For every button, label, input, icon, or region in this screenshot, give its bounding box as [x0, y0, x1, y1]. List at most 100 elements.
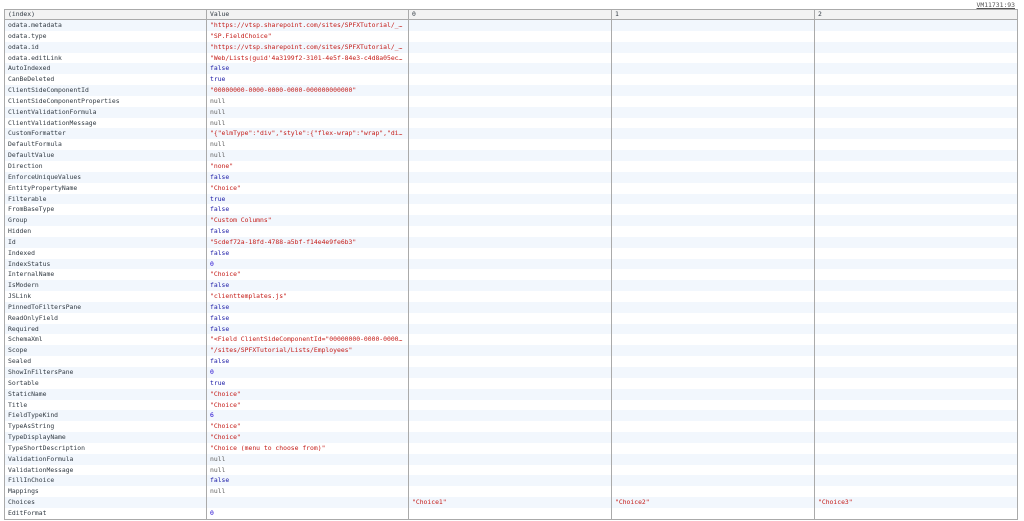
- row-index-cell: EditFormat: [4, 507, 207, 520]
- row-value-cell: "https://vtsp.sharepoint.com/sites/SPFXT…: [206, 19, 409, 31]
- row-col-2-cell: [814, 377, 1018, 389]
- row-index-cell: FromBaseType: [4, 204, 207, 216]
- row-col-2-cell: [814, 442, 1018, 454]
- row-index-cell: Indexed: [4, 247, 207, 259]
- row-value-cell: null: [206, 117, 409, 129]
- row-col-2-cell: [814, 367, 1018, 378]
- row-value-cell: false: [206, 171, 409, 183]
- row-index-cell: ShowInFiltersPane: [4, 367, 207, 378]
- row-col-0-cell: [408, 74, 612, 86]
- table-body: odata.metadata "https://vtsp.sharepoint.c…: [4, 19, 1018, 520]
- table-row: Mappings null: [4, 486, 1018, 498]
- row-col-2-cell: [814, 464, 1018, 476]
- row-index-cell: JSLink: [4, 291, 207, 302]
- row-col-0-cell: [408, 19, 612, 31]
- row-col-0-cell: [408, 193, 612, 205]
- row-col-1-cell: [611, 388, 815, 400]
- row-col-2-cell: [814, 486, 1018, 498]
- row-value-cell: "clienttemplates.js": [206, 291, 409, 302]
- table-row: FromBaseType false: [4, 204, 1018, 216]
- row-col-0-cell: [408, 453, 612, 465]
- row-col-1-cell: [611, 269, 815, 281]
- row-value-cell: null: [206, 150, 409, 161]
- row-col-1-cell: [611, 410, 815, 422]
- row-col-1-cell: [611, 160, 815, 172]
- row-value-cell: "{"elmType":"div","style":{"flex-wrap":"…: [206, 128, 409, 140]
- row-value-cell: null: [206, 95, 409, 107]
- row-index-cell: EnforceUniqueValues: [4, 171, 207, 183]
- row-index-cell: odata.type: [4, 30, 207, 42]
- row-col-1-cell: [611, 41, 815, 53]
- row-value-cell: "Choice (menu to choose from)": [206, 442, 409, 454]
- row-col-1-cell: [611, 63, 815, 75]
- row-col-1-cell: [611, 334, 815, 346]
- table-row: EditFormat 0: [4, 507, 1018, 520]
- row-value-cell: [206, 497, 409, 508]
- table-row: odata.editLink "Web/Lists(guid'4a3199f2-3…: [4, 52, 1018, 64]
- row-col-0-cell: [408, 345, 612, 357]
- row-index-cell: Sealed: [4, 356, 207, 367]
- row-index-cell: ClientSideComponentProperties: [4, 95, 207, 107]
- row-index-cell: Mappings: [4, 486, 207, 498]
- row-index-cell: Filterable: [4, 193, 207, 205]
- row-value-cell: "Choice": [206, 421, 409, 433]
- row-value-cell: 0: [206, 507, 409, 520]
- row-col-0-cell: [408, 280, 612, 292]
- table-row: Id "5cdef72a-18fd-4788-a5bf-f14e4e9fe6b3": [4, 236, 1018, 248]
- row-col-0-cell: [408, 236, 612, 248]
- row-value-cell: false: [206, 312, 409, 324]
- header-col-1[interactable]: 1: [611, 9, 815, 20]
- table-row: TypeDisplayName "Choice": [4, 432, 1018, 443]
- row-index-cell: TypeAsString: [4, 421, 207, 433]
- table-row: Group "Custom Columns": [4, 215, 1018, 227]
- header-col-0[interactable]: 0: [408, 9, 612, 20]
- row-index-cell: odata.metadata: [4, 19, 207, 31]
- row-col-1-cell: [611, 301, 815, 313]
- row-value-cell: false: [206, 280, 409, 292]
- row-col-1-cell: [611, 150, 815, 161]
- table-row: odata.type "SP.FieldChoice": [4, 30, 1018, 42]
- row-col-2-cell: [814, 388, 1018, 400]
- row-value-cell: null: [206, 139, 409, 151]
- row-col-2-cell: [814, 334, 1018, 346]
- row-value-cell: true: [206, 74, 409, 86]
- table-row: Filterable true: [4, 193, 1018, 205]
- table-row: ClientValidationFormula null: [4, 106, 1018, 118]
- header-col-2[interactable]: 2: [814, 9, 1018, 20]
- row-col-2-cell: [814, 269, 1018, 281]
- row-value-cell: false: [206, 204, 409, 216]
- row-col-1-cell: [611, 139, 815, 151]
- row-col-1-cell: [611, 323, 815, 335]
- row-col-1-cell: [611, 399, 815, 411]
- row-col-0-cell: [408, 334, 612, 346]
- header-index[interactable]: (index): [4, 9, 207, 20]
- row-col-2-cell: [814, 410, 1018, 422]
- row-index-cell: CustomFormatter: [4, 128, 207, 140]
- row-col-2-cell: [814, 117, 1018, 129]
- row-col-1-cell: [611, 442, 815, 454]
- row-col-2-cell: [814, 85, 1018, 96]
- row-col-1-cell: "Choice2": [611, 497, 815, 508]
- row-col-2-cell: [814, 193, 1018, 205]
- row-value-cell: false: [206, 247, 409, 259]
- row-col-1-cell: [611, 356, 815, 367]
- row-col-0-cell: [408, 117, 612, 129]
- row-col-2-cell: [814, 63, 1018, 75]
- row-col-2-cell: [814, 507, 1018, 520]
- row-index-cell: ClientValidationMessage: [4, 117, 207, 129]
- row-col-0-cell: [408, 291, 612, 302]
- header-value[interactable]: Value: [206, 9, 409, 20]
- row-value-cell: false: [206, 226, 409, 237]
- row-col-1-cell: [611, 128, 815, 140]
- row-col-0-cell: [408, 312, 612, 324]
- table-row: ClientSideComponentId "00000000-0000-0000…: [4, 85, 1018, 96]
- row-value-cell: "SP.FieldChoice": [206, 30, 409, 42]
- source-location-link[interactable]: VM11731:93: [977, 1, 1015, 9]
- row-col-1-cell: [611, 377, 815, 389]
- table-row: Sortable true: [4, 377, 1018, 389]
- row-col-0-cell: [408, 356, 612, 367]
- row-value-cell: 6: [206, 410, 409, 422]
- row-col-1-cell: [611, 258, 815, 270]
- row-index-cell: Direction: [4, 160, 207, 172]
- row-col-0-cell: "Choice1": [408, 497, 612, 508]
